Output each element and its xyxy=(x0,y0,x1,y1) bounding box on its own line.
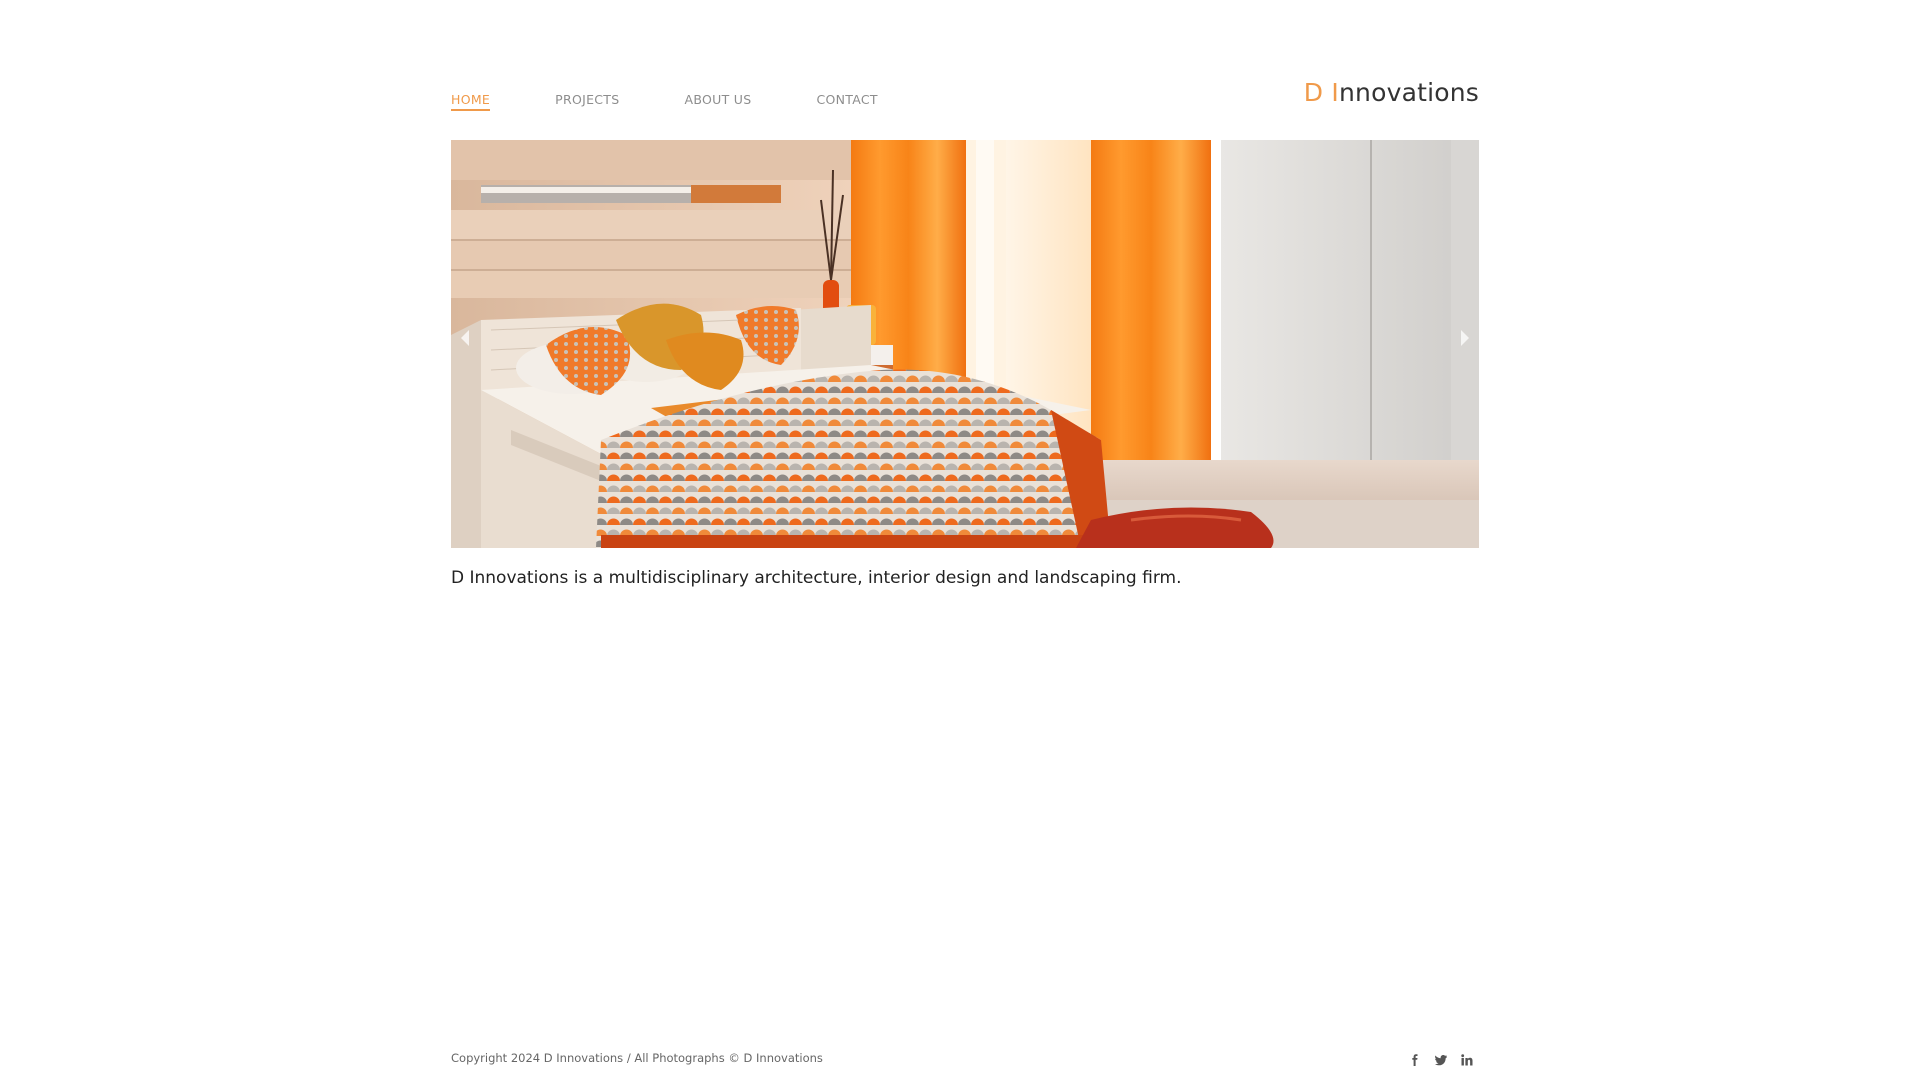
linkedin-icon[interactable] xyxy=(1461,1054,1473,1066)
nav-about-us[interactable]: ABOUT US xyxy=(684,92,751,111)
chevron-right-icon[interactable] xyxy=(1461,330,1469,346)
nav-projects[interactable]: PROJECTS xyxy=(555,92,619,111)
nav-contact[interactable]: CONTACT xyxy=(816,92,877,111)
header: HOME PROJECTS ABOUT US CONTACT D Innovat… xyxy=(451,78,1479,114)
chevron-left-icon[interactable] xyxy=(461,330,469,346)
logo-text: nnovations xyxy=(1338,78,1479,107)
logo-letter-i: I xyxy=(1331,78,1339,107)
facebook-icon[interactable] xyxy=(1409,1054,1421,1066)
site-logo[interactable]: D Innovations xyxy=(1304,78,1479,107)
bedroom-interior-photo xyxy=(451,140,1479,548)
main-nav: HOME PROJECTS ABOUT US CONTACT xyxy=(451,92,943,111)
footer: Copyright 2024 D Innovations / All Photo… xyxy=(451,1048,1479,1072)
copyright-text: Copyright 2024 D Innovations / All Photo… xyxy=(451,1051,823,1065)
twitter-icon[interactable] xyxy=(1435,1054,1447,1066)
nav-home[interactable]: HOME xyxy=(451,92,491,111)
page: HOME PROJECTS ABOUT US CONTACT D Innovat… xyxy=(0,0,1920,1080)
hero-slider xyxy=(451,140,1479,548)
social-links xyxy=(1409,1054,1473,1066)
logo-letter-d: D xyxy=(1303,78,1332,107)
tagline: D Innovations is a multidisciplinary arc… xyxy=(451,568,1182,588)
